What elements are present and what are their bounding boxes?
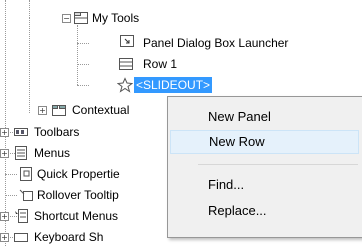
menu-item-new-row[interactable]: New Row	[170, 130, 359, 154]
quick-properties-icon	[20, 167, 32, 181]
tree-connector	[5, 195, 17, 196]
tree-connector	[5, 0, 6, 246]
shortcut-menu-icon	[15, 209, 28, 223]
tree-item-keyboard-shortcuts[interactable]: Keyboard Sh	[34, 229, 103, 245]
expand-expander[interactable]: +	[0, 128, 9, 137]
tree-connector	[77, 25, 78, 85]
row-icon	[119, 58, 133, 70]
expand-expander[interactable]: +	[0, 149, 9, 158]
tree-connector	[29, 0, 30, 18]
tree-item-contextual[interactable]: Contextual	[72, 102, 129, 118]
expand-expander[interactable]: +	[0, 233, 9, 242]
menu-item-new-panel[interactable]: New Panel	[170, 105, 359, 129]
tree-item-rollover-tooltips[interactable]: Rollover Tooltip	[37, 187, 119, 203]
tree-item-my-tools[interactable]: My Tools	[92, 10, 139, 26]
tree-connector	[77, 64, 89, 65]
tree-item-panel-dialog-box-launcher[interactable]: Panel Dialog Box Launcher	[143, 35, 288, 51]
contextual-tab-icon	[52, 105, 66, 116]
menu-item-find[interactable]: Find...	[170, 173, 359, 197]
tree-item-menus[interactable]: Menus	[34, 145, 70, 161]
menu-icon	[15, 146, 27, 160]
tree-connector	[29, 18, 30, 113]
tree-item-quick-properties[interactable]: Quick Propertie	[37, 166, 120, 182]
expand-expander[interactable]: +	[38, 106, 47, 115]
collapse-expander[interactable]: −	[62, 14, 71, 23]
keyboard-icon	[14, 233, 28, 242]
tooltip-icon	[19, 189, 33, 201]
tree-item-row-1[interactable]: Row 1	[143, 56, 177, 72]
tree-connector	[5, 174, 17, 175]
tree-connector	[77, 43, 89, 44]
tree-item-slideout[interactable]: <SLIDEOUT>	[134, 77, 213, 93]
toolbar-icon	[14, 128, 28, 136]
ribbon-tab-icon	[74, 12, 88, 24]
tree-connector	[77, 85, 89, 86]
star-icon	[117, 77, 133, 93]
menu-separator	[198, 164, 358, 165]
tree-item-shortcut-menus[interactable]: Shortcut Menus	[34, 208, 118, 224]
context-menu: New Panel New Row Find... Replace...	[167, 96, 362, 238]
tree-item-toolbars[interactable]: Toolbars	[34, 124, 79, 140]
dialog-launcher-icon	[120, 35, 134, 47]
menu-item-replace[interactable]: Replace...	[170, 199, 359, 223]
expand-expander[interactable]: +	[0, 212, 9, 221]
